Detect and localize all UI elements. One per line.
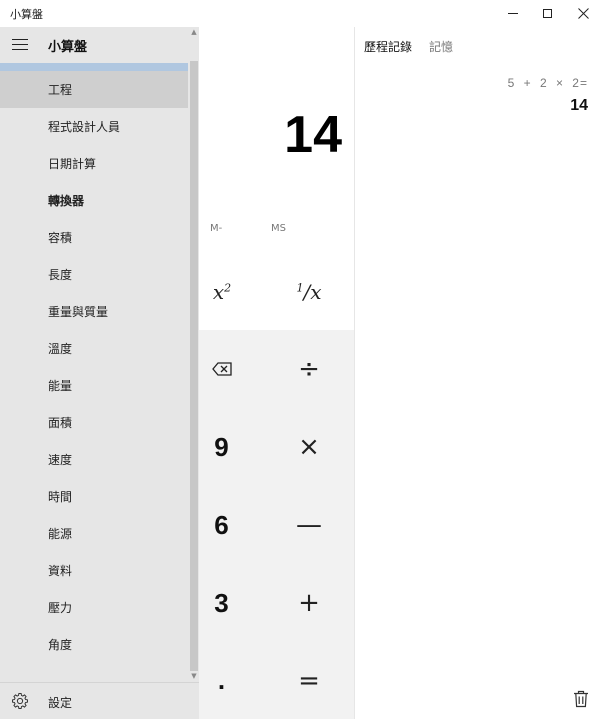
nav-item-label: 時間 bbox=[48, 490, 73, 504]
nav-title: 小算盤 bbox=[48, 40, 88, 55]
multiply-button[interactable]: × bbox=[264, 408, 354, 486]
backspace-icon bbox=[211, 362, 232, 376]
nav-item-label: 容積 bbox=[48, 231, 73, 245]
settings-label: 設定 bbox=[48, 696, 73, 710]
nav-item[interactable]: 時間 bbox=[0, 478, 188, 515]
maximize-icon bbox=[542, 9, 552, 18]
history-result: 14 bbox=[570, 97, 588, 114]
nav-item-label: 工程 bbox=[48, 83, 73, 97]
add-button[interactable]: + bbox=[264, 564, 354, 642]
result-display: 14 bbox=[284, 106, 342, 164]
settings-item[interactable]: 設定 bbox=[0, 682, 199, 719]
nav-item[interactable]: 壓力 bbox=[0, 589, 188, 626]
nav-item-label: 壓力 bbox=[48, 601, 73, 615]
equals-button[interactable]: = bbox=[264, 642, 354, 719]
nav-item-label: 面積 bbox=[48, 416, 73, 430]
nav-item[interactable]: 長度 bbox=[0, 256, 188, 293]
tab-memory[interactable]: 記憶 bbox=[429, 38, 453, 55]
nav-item[interactable]: 能源 bbox=[0, 515, 188, 552]
trash-icon[interactable] bbox=[573, 690, 589, 708]
title-bar: 小算盤 bbox=[0, 0, 600, 27]
reciprocal-icon: 1/x bbox=[296, 279, 322, 304]
nav-item-label: 轉換器 bbox=[48, 194, 85, 208]
nav-item[interactable]: 重量與質量 bbox=[0, 293, 188, 330]
digit-9-button[interactable]: 9 bbox=[199, 408, 244, 486]
digit-3-button[interactable]: 3 bbox=[199, 564, 244, 642]
nav-item-label: 能源 bbox=[48, 527, 73, 541]
nav-item[interactable]: 面積 bbox=[0, 404, 188, 441]
nav-header: 小算盤 bbox=[0, 27, 199, 63]
nav-item-label: 重量與質量 bbox=[48, 305, 109, 319]
nav-item-label: 日期計算 bbox=[48, 157, 97, 171]
divide-button[interactable]: ÷ bbox=[264, 330, 354, 408]
scrollbar-thumb[interactable] bbox=[190, 61, 198, 671]
nav-item-label: 能量 bbox=[48, 379, 73, 393]
decimal-button[interactable]: . bbox=[199, 642, 244, 719]
nav-section-heading: 轉換器 bbox=[0, 182, 188, 219]
nav-item-label: 資料 bbox=[48, 564, 73, 578]
backspace-button[interactable] bbox=[199, 330, 244, 408]
square-icon: x2 bbox=[212, 279, 232, 304]
nav-item-label: 速度 bbox=[48, 453, 73, 467]
nav-item-label: 長度 bbox=[48, 268, 73, 282]
nav-item[interactable]: 程式設計人員 bbox=[0, 108, 188, 145]
nav-item[interactable]: 速度 bbox=[0, 441, 188, 478]
nav-item[interactable]: 容積 bbox=[0, 219, 188, 256]
scroll-up-arrow-icon[interactable]: ▲ bbox=[189, 27, 199, 37]
memory-store-button[interactable]: MS bbox=[271, 223, 286, 234]
maximize-button[interactable] bbox=[527, 0, 567, 27]
close-icon bbox=[577, 8, 589, 19]
digit-6-button[interactable]: 6 bbox=[199, 486, 244, 564]
nav-item[interactable]: 溫度 bbox=[0, 330, 188, 367]
close-button[interactable] bbox=[563, 0, 600, 27]
navigation-pane: 小算盤 工程程式設計人員 日期計算轉換器容積長度重量與質量溫度能量面積速度時間能源… bbox=[0, 27, 199, 719]
nav-item-label: 程式設計人員 bbox=[48, 120, 121, 134]
memory-subtract-button[interactable]: M- bbox=[210, 223, 222, 234]
nav-item[interactable]: 角度 bbox=[0, 626, 188, 663]
history-panel: 歷程記錄 記憶 5 + 2 × 2= 14 bbox=[355, 27, 600, 719]
gear-icon bbox=[12, 693, 28, 709]
nav-item[interactable]: 能量 bbox=[0, 367, 188, 404]
window-title: 小算盤 bbox=[10, 8, 43, 21]
scroll-down-arrow-icon[interactable]: ▼ bbox=[189, 671, 199, 681]
hamburger-menu-icon[interactable] bbox=[12, 39, 28, 50]
history-expression: 5 + 2 × 2= bbox=[507, 76, 588, 90]
tab-history[interactable]: 歷程記錄 bbox=[364, 38, 412, 55]
minimize-icon bbox=[508, 13, 518, 14]
nav-item[interactable]: 日期計算 bbox=[0, 145, 188, 182]
accent-bar bbox=[0, 63, 188, 71]
nav-item[interactable]: 工程 bbox=[0, 71, 188, 108]
subtract-button[interactable]: — bbox=[264, 486, 354, 564]
reciprocal-button[interactable]: 1/x bbox=[264, 253, 354, 330]
nav-item-label: 角度 bbox=[48, 638, 73, 652]
nav-item[interactable]: 資料 bbox=[0, 552, 188, 589]
nav-item-label: 溫度 bbox=[48, 342, 73, 356]
